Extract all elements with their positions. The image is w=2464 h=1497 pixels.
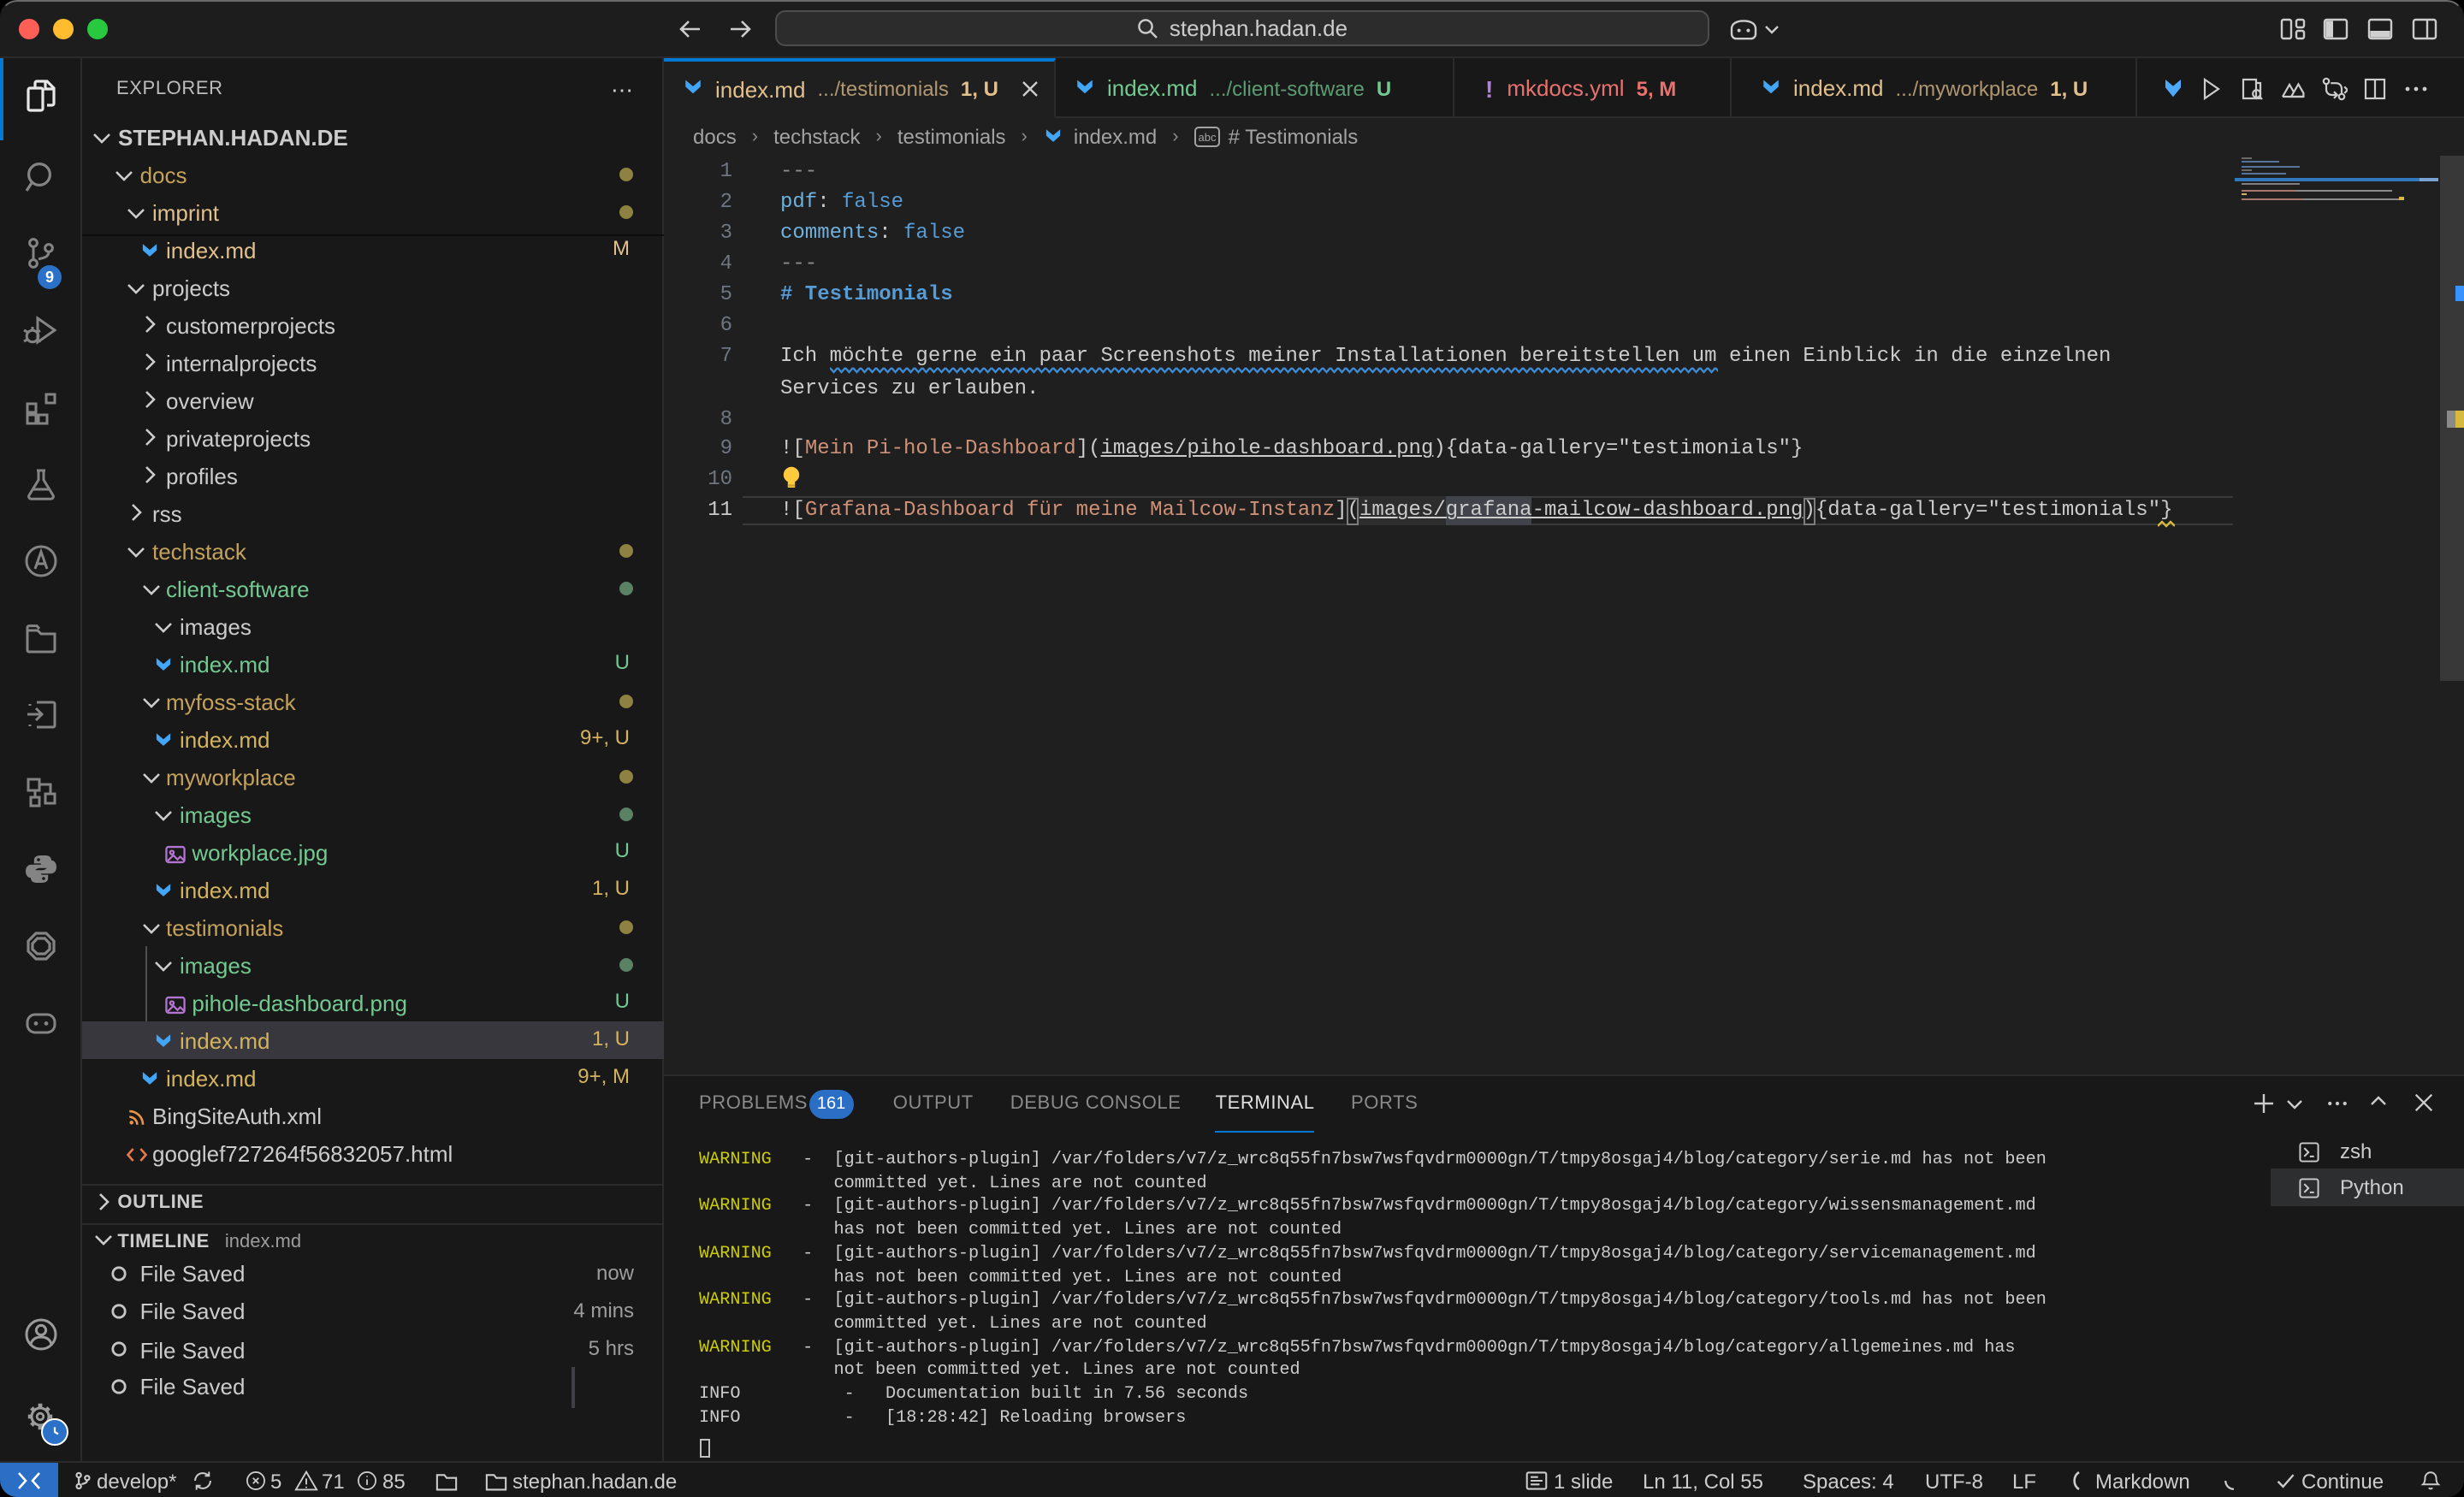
svg-text:abc: abc [1198,131,1216,144]
